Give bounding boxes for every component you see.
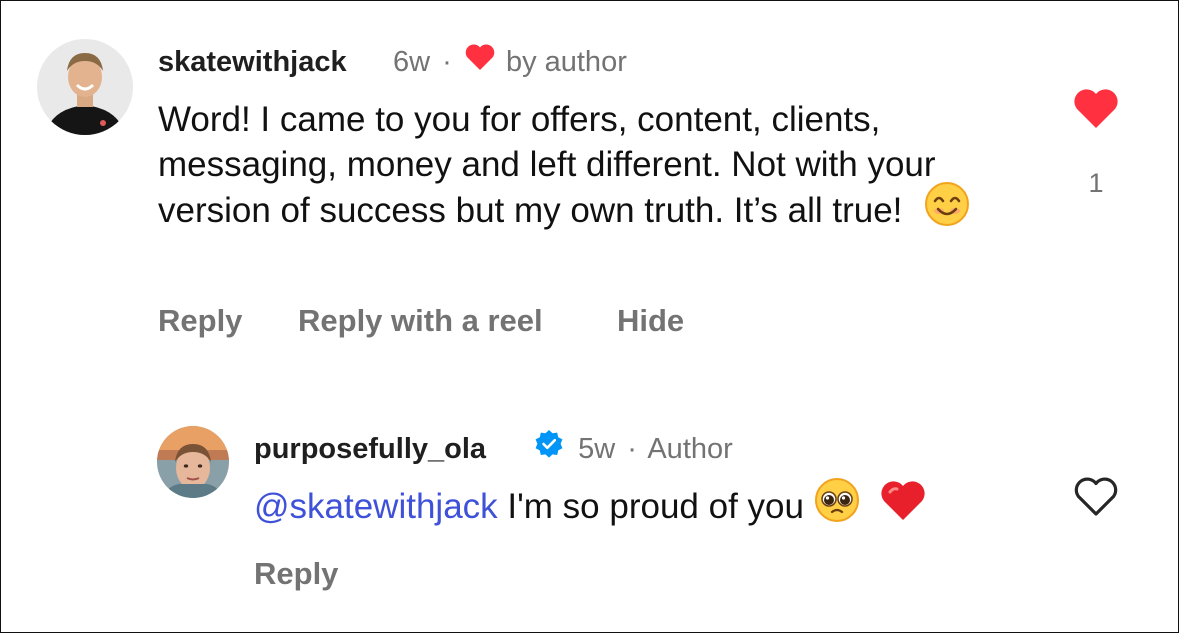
avatar[interactable]	[37, 39, 133, 135]
mention-link[interactable]: @skatewithjack	[254, 487, 498, 526]
heart-filled-icon	[464, 43, 496, 79]
comment-username[interactable]: skatewithjack	[158, 46, 347, 79]
reply-text: @skatewithjack I'm so proud of you	[254, 478, 1034, 534]
heart-outline-icon	[1074, 477, 1118, 516]
smiling-face-icon	[924, 181, 970, 238]
comment-age: 6w	[393, 46, 431, 78]
red-heart-icon	[879, 478, 927, 533]
meta-separator: ·	[442, 46, 452, 78]
comment-meta: 6w · by author	[393, 43, 627, 79]
reply-username[interactable]: purposefully_ola	[254, 433, 486, 466]
pleading-face-icon	[814, 477, 860, 534]
verified-badge-icon	[534, 429, 564, 467]
reply-button[interactable]: Reply	[158, 303, 242, 339]
reply-with-reel-button[interactable]: Reply with a reel	[298, 303, 543, 339]
like-button[interactable]	[1072, 475, 1120, 522]
avatar[interactable]	[157, 426, 229, 498]
hide-button[interactable]: Hide	[617, 303, 684, 339]
author-label: Author	[647, 433, 733, 465]
reply-meta: 5w · Author	[534, 430, 733, 467]
meta-separator: ·	[627, 433, 637, 465]
like-count[interactable]: 1	[1076, 168, 1116, 199]
like-button[interactable]	[1072, 87, 1120, 134]
comments-panel: skatewithjack 6w · by author Word! I cam…	[0, 0, 1179, 633]
comment-text: Word! I came to you for offers, content,…	[158, 97, 1038, 238]
heart-filled-icon	[1074, 89, 1118, 128]
liked-by-author-label: by author	[505, 46, 627, 78]
reply-age: 5w	[578, 433, 616, 465]
reply-button[interactable]: Reply	[254, 556, 338, 592]
